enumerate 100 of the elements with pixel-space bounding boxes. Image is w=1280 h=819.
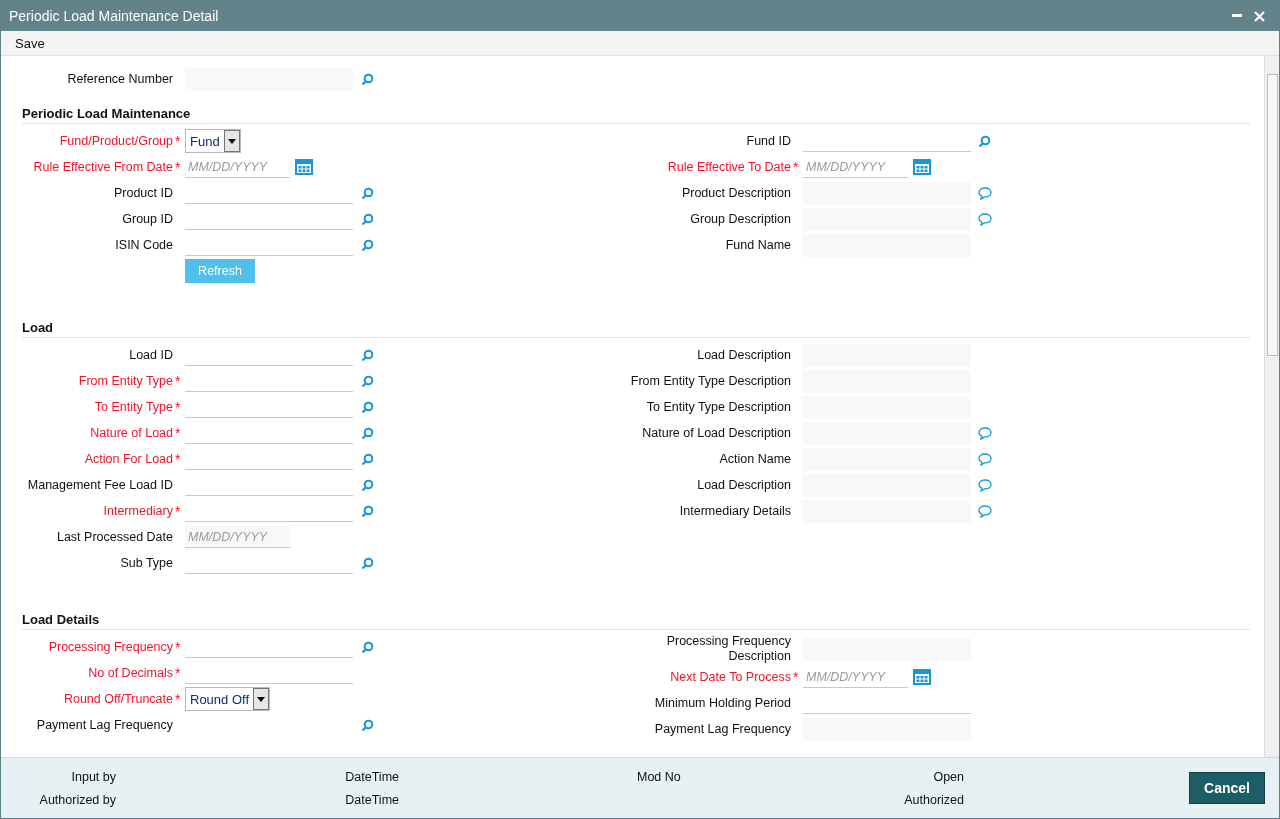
search-icon [361, 426, 374, 440]
field-label: To Entity Type [93, 399, 173, 415]
search-button[interactable] [361, 452, 374, 466]
required-mark: * [175, 503, 181, 519]
note-button[interactable] [978, 452, 992, 466]
field-label: Sub Type [119, 555, 173, 571]
search-button[interactable] [361, 718, 374, 732]
speech-bubble-icon [978, 478, 992, 492]
search-button[interactable] [361, 556, 374, 570]
field-label: Group ID [121, 211, 173, 227]
search-button[interactable] [361, 374, 374, 388]
section-title: Load Details [22, 612, 1250, 630]
field-label: No of Decimals [87, 665, 173, 681]
dropdown[interactable]: Round Off [185, 687, 271, 711]
field-label: Fund ID [745, 133, 791, 149]
search-button[interactable] [361, 640, 374, 654]
required-mark: * [175, 373, 181, 389]
search-icon [361, 374, 374, 388]
field-label: Processing Frequency Description [665, 634, 791, 664]
calendar-button[interactable] [913, 159, 931, 175]
field-label: Round Off/Truncate [62, 691, 173, 707]
field-label: Load Description [696, 477, 791, 493]
note-button[interactable] [978, 504, 992, 518]
search-button[interactable] [361, 238, 374, 252]
field-label: Action For Load [83, 451, 173, 467]
search-button[interactable] [361, 72, 374, 86]
search-button[interactable] [361, 400, 374, 414]
search-button[interactable] [361, 212, 374, 226]
search-button[interactable] [978, 134, 991, 148]
field-label: Nature of Load [89, 425, 173, 441]
required-mark: * [175, 399, 181, 415]
field-label: Last Processed Date [55, 529, 173, 545]
date-field[interactable]: MM/DD/YYYY [185, 526, 290, 548]
caret-icon [223, 130, 240, 152]
search-icon [361, 452, 374, 466]
required-mark: * [175, 665, 181, 681]
speech-bubble-icon [978, 452, 992, 466]
search-button[interactable] [361, 426, 374, 440]
note-button[interactable] [978, 478, 992, 492]
required-mark: * [175, 133, 181, 149]
scrollbar[interactable] [1264, 56, 1279, 757]
field-label: Product Description [680, 185, 791, 201]
speech-bubble-icon [978, 426, 992, 440]
section-title: Periodic Load Maintenance [22, 106, 1250, 124]
speech-bubble-icon [978, 212, 992, 226]
field-label: To Entity Type Description [645, 399, 791, 415]
search-icon [361, 400, 374, 414]
speech-bubble-icon [978, 504, 992, 518]
calendar-button[interactable] [295, 159, 313, 175]
save-button[interactable]: Save [7, 33, 53, 53]
speech-bubble-icon [978, 186, 992, 200]
field-label: Intermediary [102, 503, 173, 519]
search-button[interactable] [361, 186, 374, 200]
note-button[interactable] [978, 426, 992, 440]
search-icon [361, 348, 374, 362]
search-icon [361, 478, 374, 492]
section-title: Load [22, 320, 1250, 338]
required-mark: * [793, 159, 799, 175]
audit-label: DateTime [344, 792, 399, 807]
note-button[interactable] [978, 186, 992, 200]
search-button[interactable] [361, 504, 374, 518]
audit-label: Authorized by [38, 792, 116, 807]
field-label: Intermediary Details [678, 503, 791, 519]
audit-label: Input by [70, 769, 116, 784]
field-label: Fund/Product/Group [58, 133, 173, 149]
window-title: Periodic Load Maintenance Detail [9, 8, 220, 24]
calendar-icon [913, 159, 931, 175]
required-mark: * [175, 639, 181, 655]
search-button[interactable] [361, 478, 374, 492]
search-button[interactable] [361, 348, 374, 362]
calendar-icon [913, 669, 931, 685]
dropdown[interactable]: Fund [185, 129, 241, 153]
field-label: From Entity Type [77, 373, 173, 389]
field-label: Payment Lag Frequency [653, 721, 791, 737]
field-label: Payment Lag Frequency [35, 717, 173, 733]
caret-icon [253, 688, 270, 710]
search-icon [361, 556, 374, 570]
field-label: Rule Effective To Date [666, 159, 791, 175]
note-button[interactable] [978, 212, 992, 226]
field-label: Rule Effective From Date [32, 159, 173, 175]
field-label: Group Description [689, 211, 791, 227]
audit-label: Open [932, 769, 964, 784]
search-icon [361, 640, 374, 654]
calendar-button[interactable] [913, 669, 931, 685]
close-icon [1254, 10, 1265, 22]
field-label: Load Description [696, 347, 791, 363]
audit-label: DateTime [344, 769, 399, 784]
field-label: ISIN Code [114, 237, 173, 253]
required-mark: * [175, 451, 181, 467]
field-label: Next Date To Process [669, 669, 791, 685]
search-icon [361, 238, 374, 252]
search-icon [978, 134, 991, 148]
field-label: Processing Frequency [47, 639, 173, 655]
field-label: Product ID [112, 185, 173, 201]
cancel-button[interactable]: Cancel [1189, 772, 1265, 804]
field-label: Load ID [128, 347, 173, 363]
field-label: Nature of Load Description [641, 425, 791, 441]
search-icon [361, 72, 374, 86]
required-mark: * [175, 159, 181, 175]
required-mark: * [175, 691, 181, 707]
